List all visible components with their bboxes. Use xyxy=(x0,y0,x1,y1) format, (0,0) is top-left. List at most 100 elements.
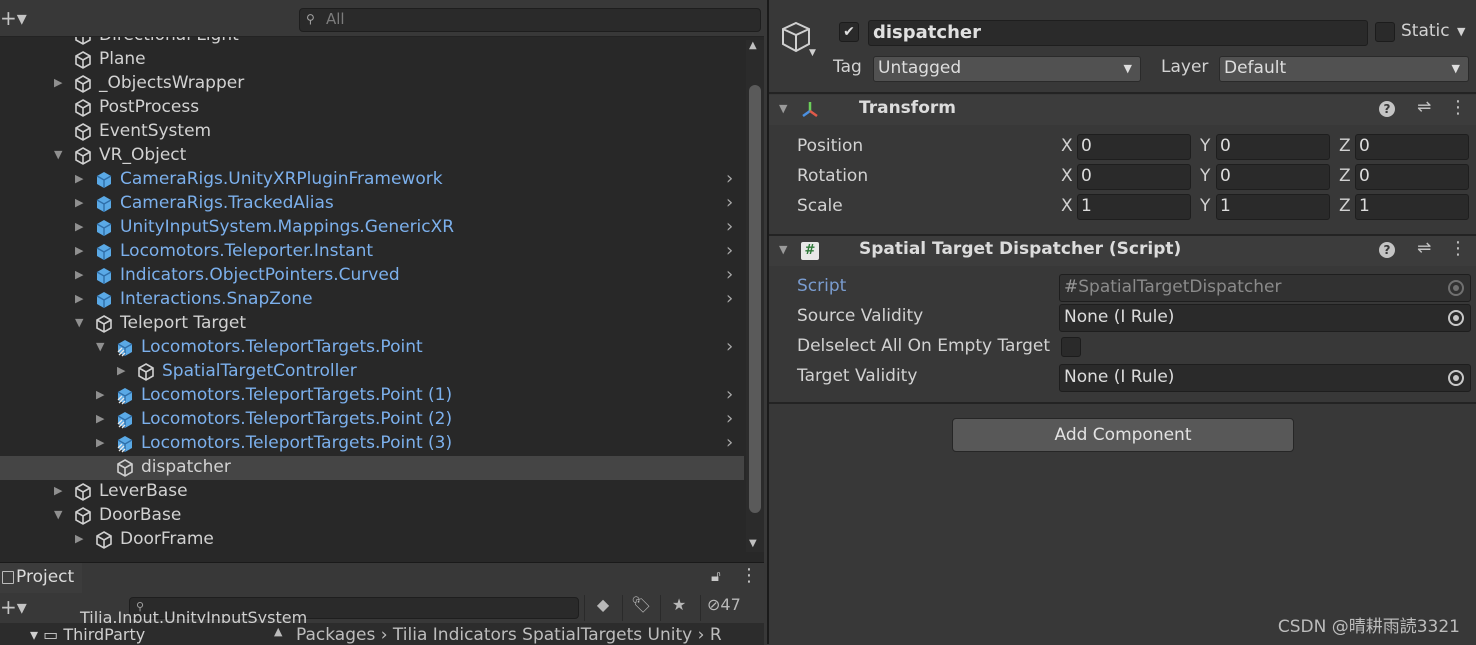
more-options-icon[interactable]: ⋮ xyxy=(1449,238,1467,259)
lock-icon[interactable]: 🔓︎ xyxy=(711,567,721,585)
favorites-star-icon[interactable]: ★ xyxy=(660,595,697,621)
hierarchy-scrollbar[interactable]: ▲ ▼ xyxy=(746,40,764,552)
transform-scale-y-field[interactable]: 1 xyxy=(1216,194,1330,220)
active-checkbox[interactable]: ✔ xyxy=(839,22,859,42)
expand-arrow-down-icon[interactable]: ▼ xyxy=(75,316,83,329)
transform-scale-z-field[interactable]: 1 xyxy=(1355,194,1469,220)
expand-arrow-down-icon[interactable]: ▼ xyxy=(54,508,62,521)
open-prefab-chevron-icon[interactable]: › xyxy=(726,336,733,357)
preset-sliders-icon[interactable]: ⇌ xyxy=(1417,97,1431,117)
hierarchy-row[interactable]: ▶ Locomotors.Teleporter.Instant › xyxy=(0,240,744,264)
expand-arrow-right-icon[interactable]: ▶ xyxy=(54,76,62,89)
open-prefab-chevron-icon[interactable]: › xyxy=(726,240,733,261)
open-prefab-chevron-icon[interactable]: › xyxy=(726,192,733,213)
axis-y-label[interactable]: Y xyxy=(1200,166,1210,186)
static-dropdown-arrow-icon[interactable]: ▼ xyxy=(1457,25,1465,38)
hierarchy-row[interactable]: ▶ DoorFrame xyxy=(0,528,744,552)
hierarchy-row[interactable]: ▼ DoorBase xyxy=(0,504,744,528)
transform-position-x-field[interactable]: 0 xyxy=(1077,134,1191,160)
tag-dropdown[interactable]: Untagged ▼ xyxy=(873,56,1141,82)
filter-by-type-icon[interactable]: ◆ xyxy=(584,595,621,621)
transform-rotation-x-field[interactable]: 0 xyxy=(1077,164,1191,190)
expand-arrow-right-icon[interactable]: ▶ xyxy=(96,436,104,449)
open-prefab-chevron-icon[interactable]: › xyxy=(726,216,733,237)
expand-arrow-right-icon[interactable]: ▶ xyxy=(96,412,104,425)
hierarchy-row[interactable]: dispatcher xyxy=(0,456,744,480)
expand-arrow-right-icon[interactable]: ▶ xyxy=(75,244,83,257)
hidden-packages-toggle[interactable]: ⊘47 xyxy=(700,595,767,621)
axis-x-label[interactable]: X xyxy=(1061,196,1073,216)
help-icon[interactable]: ? xyxy=(1379,242,1395,258)
axis-z-label[interactable]: Z xyxy=(1339,136,1351,156)
transform-scale-x-field[interactable]: 1 xyxy=(1077,194,1191,220)
layer-dropdown[interactable]: Default ▼ xyxy=(1219,56,1469,82)
hierarchy-row[interactable]: ▼ VR_Object xyxy=(0,144,744,168)
scroll-up-arrow-icon[interactable]: ▲ xyxy=(749,40,757,51)
script-component-header[interactable]: ▼ # Spatial Target Dispatcher (Script) ?… xyxy=(769,236,1476,266)
open-prefab-chevron-icon[interactable]: › xyxy=(726,432,733,453)
expand-arrow-right-icon[interactable]: ▶ xyxy=(75,532,83,545)
axis-z-label[interactable]: Z xyxy=(1339,196,1351,216)
open-prefab-chevron-icon[interactable]: › xyxy=(726,408,733,429)
hierarchy-row[interactable]: ▶ Indicators.ObjectPointers.Curved › xyxy=(0,264,744,288)
icon-dropdown-arrow-icon[interactable]: ▼ xyxy=(809,48,816,58)
transform-rotation-y-field[interactable]: 0 xyxy=(1216,164,1330,190)
expand-arrow-right-icon[interactable]: ▶ xyxy=(75,268,83,281)
open-prefab-chevron-icon[interactable]: › xyxy=(726,264,733,285)
add-component-button[interactable]: Add Component xyxy=(952,418,1294,452)
hierarchy-row[interactable]: ▶ CameraRigs.UnityXRPluginFramework › xyxy=(0,168,744,192)
hierarchy-row[interactable]: ▶ CameraRigs.TrackedAlias › xyxy=(0,192,744,216)
hierarchy-row[interactable]: ▶ UnityInputSystem.Mappings.GenericXR › xyxy=(0,216,744,240)
expand-arrow-right-icon[interactable]: ▶ xyxy=(75,220,83,233)
foldout-arrow-icon[interactable]: ▼ xyxy=(779,243,787,256)
hierarchy-row[interactable]: ▼ Teleport Target xyxy=(0,312,744,336)
hierarchy-row[interactable]: ▶ _ObjectsWrapper xyxy=(0,72,744,96)
hierarchy-row[interactable]: ▶ SpatialTargetController xyxy=(0,360,744,384)
hierarchy-row[interactable]: ▶ LeverBase xyxy=(0,480,744,504)
axis-z-label[interactable]: Z xyxy=(1339,166,1351,186)
source-validity-field[interactable]: None (I Rule) xyxy=(1059,304,1471,332)
more-options-icon[interactable]: ⋮ xyxy=(740,565,758,586)
expand-arrow-right-icon[interactable]: ▶ xyxy=(75,172,83,185)
hierarchy-row[interactable]: ▼ Locomotors.TeleportTargets.Point › xyxy=(0,336,744,360)
preset-sliders-icon[interactable]: ⇌ xyxy=(1417,238,1431,258)
open-prefab-chevron-icon[interactable]: › xyxy=(726,288,733,309)
object-picker-icon[interactable] xyxy=(1448,370,1464,386)
hierarchy-search-input[interactable]: ⚲ All xyxy=(299,8,761,32)
object-picker-icon[interactable] xyxy=(1448,310,1464,326)
target-validity-field[interactable]: None (I Rule) xyxy=(1059,364,1471,392)
scroll-up-arrow-icon[interactable]: ▲ xyxy=(274,625,282,638)
expand-arrow-down-icon[interactable]: ▼ xyxy=(54,148,62,161)
scrollbar-thumb[interactable] xyxy=(749,85,761,513)
deselect-all-checkbox[interactable] xyxy=(1061,337,1081,357)
hierarchy-row[interactable]: Plane xyxy=(0,48,744,72)
expand-arrow-right-icon[interactable]: ▶ xyxy=(54,484,62,497)
hierarchy-row[interactable]: ▶ Locomotors.TeleportTargets.Point (1) › xyxy=(0,384,744,408)
hierarchy-row[interactable]: ▶ Locomotors.TeleportTargets.Point (2) › xyxy=(0,408,744,432)
add-menu-icon[interactable]: +▾ xyxy=(0,6,27,30)
hierarchy-row[interactable]: ▶ Locomotors.TeleportTargets.Point (3) › xyxy=(0,432,744,456)
transform-position-y-field[interactable]: 0 xyxy=(1216,134,1330,160)
hierarchy-row[interactable]: ▶ Interactions.SnapZone › xyxy=(0,288,744,312)
static-checkbox[interactable] xyxy=(1375,22,1395,42)
expand-arrow-down-icon[interactable]: ▼ xyxy=(96,340,104,353)
expand-arrow-right-icon[interactable]: ▶ xyxy=(75,196,83,209)
transform-header[interactable]: ▼ Transform ? ⇌ ⋮ xyxy=(769,95,1476,125)
gameobject-cube-icon[interactable] xyxy=(779,20,813,54)
axis-x-label[interactable]: X xyxy=(1061,166,1073,186)
expand-arrow-right-icon[interactable]: ▶ xyxy=(96,388,104,401)
axis-y-label[interactable]: Y xyxy=(1200,196,1210,216)
help-icon[interactable]: ? xyxy=(1379,101,1395,117)
foldout-arrow-icon[interactable]: ▼ xyxy=(779,102,787,115)
hierarchy-row[interactable]: EventSystem xyxy=(0,120,744,144)
scroll-down-arrow-icon[interactable]: ▼ xyxy=(749,538,757,549)
axis-x-label[interactable]: X xyxy=(1061,136,1073,156)
object-name-field[interactable]: dispatcher xyxy=(868,20,1368,46)
more-options-icon[interactable]: ⋮ xyxy=(1449,97,1467,118)
breadcrumb[interactable]: Packages › Tilia Indicators SpatialTarge… xyxy=(296,625,722,645)
filter-by-label-icon[interactable]: 🏷︎ xyxy=(622,595,659,621)
expand-arrow-right-icon[interactable]: ▶ xyxy=(117,364,125,377)
transform-rotation-z-field[interactable]: 0 xyxy=(1355,164,1469,190)
hierarchy-row[interactable]: PostProcess xyxy=(0,96,744,120)
add-asset-menu-icon[interactable]: +▾ xyxy=(0,595,27,619)
